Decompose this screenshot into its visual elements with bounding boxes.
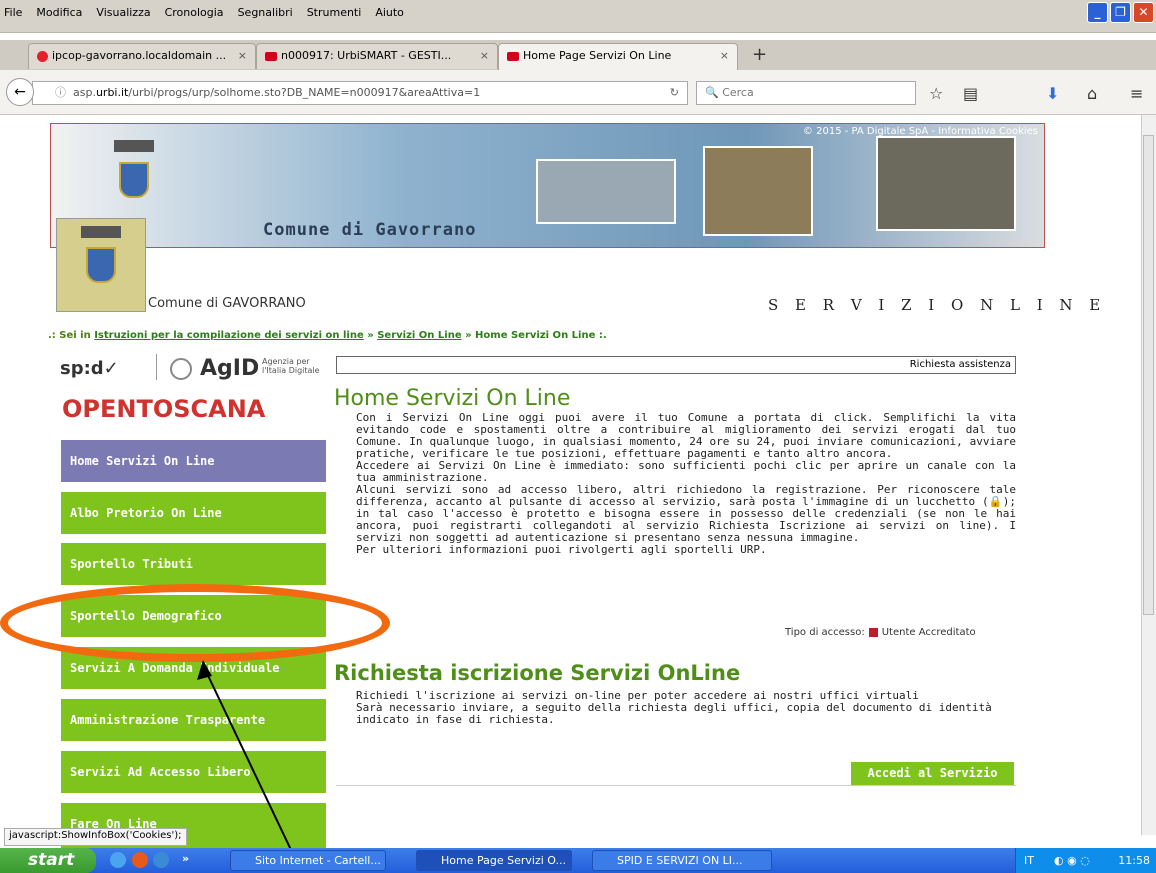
windows-taskbar: start » Sito Internet - Cartell... Home …	[0, 848, 1156, 873]
clock: 11:58	[1118, 854, 1150, 867]
firefox-quicklaunch-icon[interactable]	[132, 852, 148, 868]
language-indicator[interactable]: IT	[1024, 848, 1034, 873]
system-tray: IT ◐ ◉ ◌ 11:58	[1015, 848, 1156, 873]
annotation-arrow	[197, 660, 303, 873]
quicklaunch-chevron-icon[interactable]: »	[182, 852, 189, 865]
tray-icons[interactable]: ◐ ◉ ◌	[1054, 848, 1090, 873]
desktop-icon[interactable]	[110, 852, 126, 868]
taskbar-item-firefox[interactable]: Home Page Servizi O...	[416, 850, 572, 871]
browser-quicklaunch-icon[interactable]	[153, 852, 169, 868]
start-button[interactable]: start	[0, 848, 96, 873]
taskbar-item-explorer[interactable]: Sito Internet - Cartell...	[230, 850, 386, 871]
taskbar-item-word[interactable]: SPID E SERVIZI ON LI...	[592, 850, 772, 871]
